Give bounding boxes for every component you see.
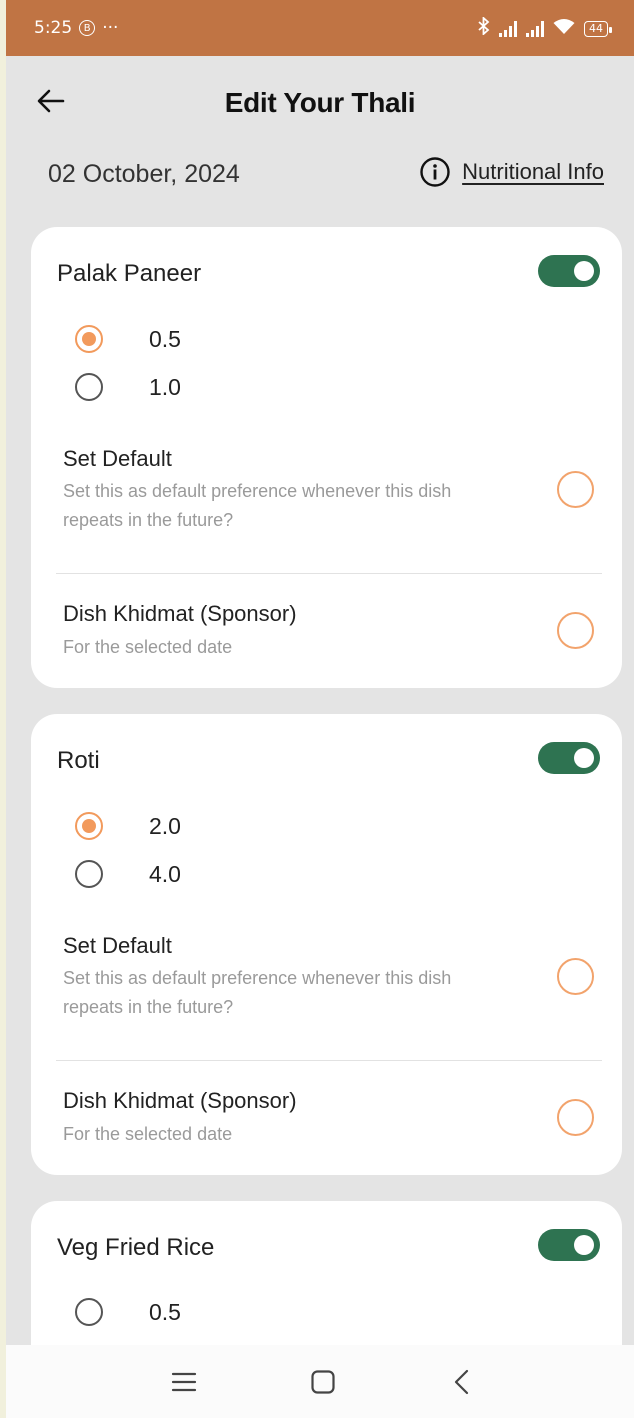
toggle-knob (574, 261, 594, 281)
status-time: 5:25 (34, 18, 73, 38)
nutritional-info-link[interactable]: Nutritional Info (419, 156, 604, 188)
quantity-label: 0.5 (149, 1298, 181, 1325)
overflow-dots: ··· (102, 18, 119, 38)
back-chevron-icon (454, 1369, 469, 1394)
quantity-option[interactable]: 0.5 (75, 325, 181, 353)
dish-name: Roti (57, 747, 100, 774)
dish-name: Veg Fried Rice (57, 1234, 215, 1261)
system-back-button[interactable] (432, 1345, 492, 1418)
battery-icon: 44 (584, 20, 612, 37)
dish-card: Palak Paneer 0.5 1.0 Set Default Set thi… (31, 227, 622, 688)
khidmat-subtitle: For the selected date (63, 637, 233, 657)
toggle-knob (574, 748, 594, 768)
dish-toggle[interactable] (538, 742, 600, 774)
quantity-label: 2.0 (149, 812, 181, 839)
phone-screen: 5:25 B ··· 44 Edit Your Thali 02 October… (6, 0, 634, 1418)
radio-unselected-icon (75, 860, 103, 888)
set-default-subtitle: Set this as default preference whenever … (63, 481, 452, 530)
khidmat-checkbox[interactable] (557, 612, 594, 649)
page-title: Edit Your Thali (224, 87, 416, 118)
status-right: 44 (478, 15, 612, 40)
set-default-subtitle: Set this as default preference whenever … (63, 968, 452, 1017)
status-bar: 5:25 B ··· 44 (6, 0, 634, 56)
selected-date: 02 October, 2024 (48, 160, 240, 188)
quantity-option[interactable]: 4.0 (75, 860, 181, 888)
toggle-knob (574, 1235, 594, 1255)
menu-icon (171, 1372, 197, 1391)
quantity-option[interactable]: 0.5 (75, 1298, 181, 1326)
home-button[interactable] (293, 1345, 353, 1418)
khidmat-subtitle: For the selected date (63, 1124, 233, 1144)
quantity-label: 4.0 (149, 860, 181, 887)
nutritional-info-label: Nutritional Info (462, 159, 604, 184)
quantity-option[interactable]: 1.0 (75, 373, 181, 401)
signal-icon (526, 20, 544, 37)
set-default-title: Set Default (63, 446, 172, 471)
khidmat-checkbox[interactable] (557, 1099, 594, 1136)
dish-card: Roti 2.0 4.0 Set Default Set this as def… (31, 714, 622, 1175)
info-circle-icon (420, 157, 450, 187)
quantity-label: 0.5 (149, 325, 181, 352)
signal-icon (499, 20, 517, 37)
set-default-checkbox[interactable] (557, 958, 594, 995)
dish-toggle[interactable] (538, 1229, 600, 1261)
notification-badge-icon: B (79, 20, 96, 36)
status-left: 5:25 B ··· (34, 18, 118, 38)
khidmat-title: Dish Khidmat (Sponsor) (63, 1088, 297, 1113)
divider (56, 573, 602, 574)
dish-toggle[interactable] (538, 255, 600, 287)
set-default-checkbox[interactable] (557, 471, 594, 508)
radio-unselected-icon (75, 373, 103, 401)
home-square-icon (311, 1369, 335, 1394)
radio-selected-icon (75, 325, 103, 353)
radio-selected-icon (75, 812, 103, 840)
dish-name: Palak Paneer (57, 260, 202, 287)
set-default-title: Set Default (63, 933, 172, 958)
bluetooth-icon (478, 15, 490, 40)
radio-unselected-icon (75, 1298, 103, 1326)
app-bar: Edit Your Thali (6, 56, 634, 146)
khidmat-title: Dish Khidmat (Sponsor) (63, 601, 297, 626)
menu-button[interactable] (154, 1345, 214, 1418)
quantity-label: 1.0 (149, 373, 181, 400)
wifi-icon (553, 18, 575, 40)
divider (56, 1060, 602, 1061)
system-nav-bar (6, 1345, 634, 1418)
quantity-option[interactable]: 2.0 (75, 812, 181, 840)
